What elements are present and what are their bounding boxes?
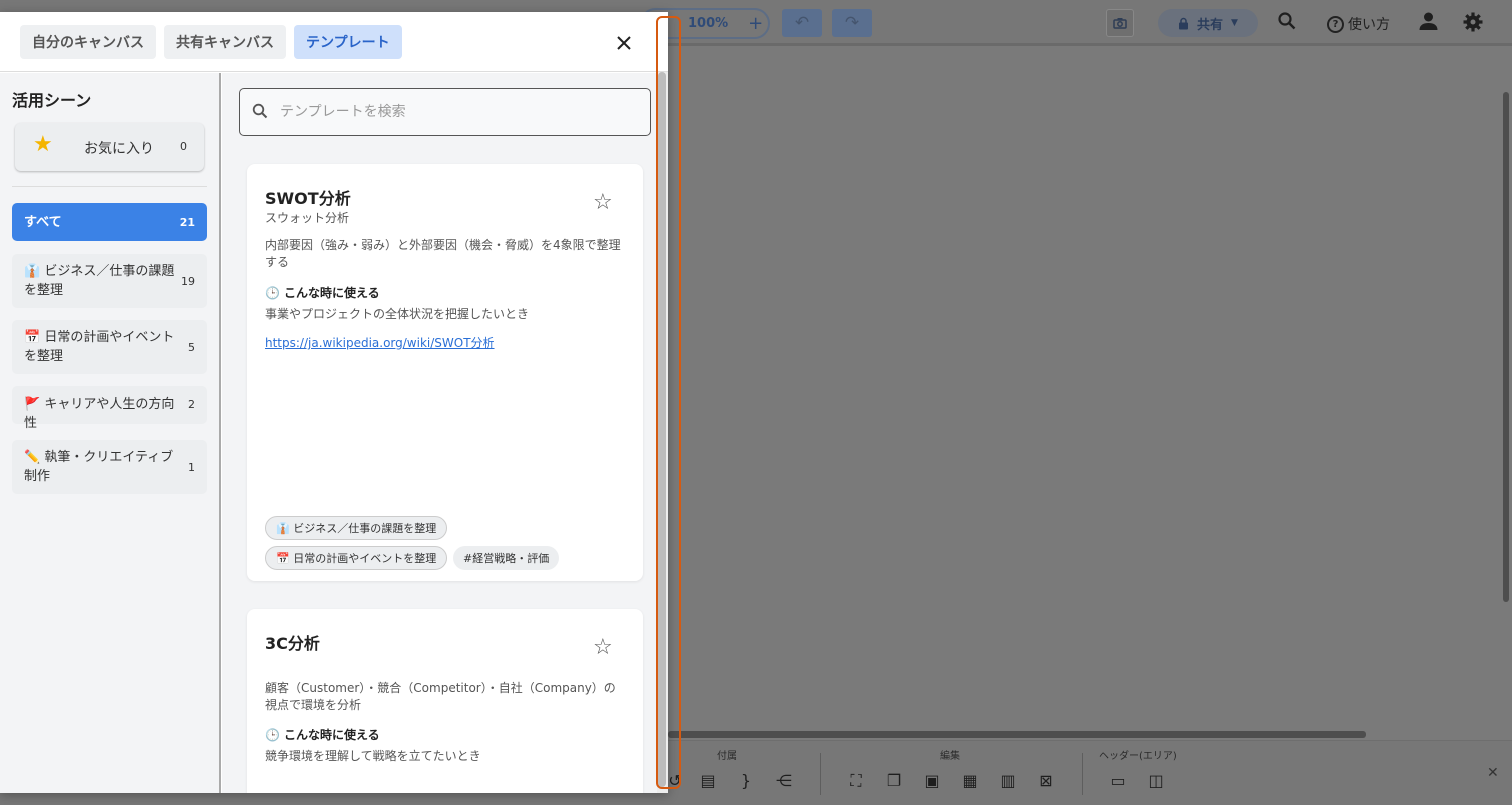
tag-strategy[interactable]: #経営戦略・評価 <box>453 546 560 570</box>
sidebar-divider <box>12 186 207 187</box>
document-icon[interactable]: ▤ <box>697 771 719 790</box>
zoom-in-icon[interactable]: + <box>748 13 763 34</box>
sidebar-area-icon[interactable]: ◫ <box>1145 771 1167 790</box>
close-icon[interactable]: ✕ <box>1487 765 1499 781</box>
use-case-label: こんな時に使える <box>283 286 380 300</box>
screenshot-button[interactable] <box>1106 9 1134 37</box>
use-case-heading: 🕒 こんな時に使える <box>265 284 380 301</box>
modal-scrollbar[interactable] <box>657 72 668 793</box>
toolbar-divider <box>820 753 821 795</box>
redo-button[interactable]: ↷ <box>832 9 872 37</box>
share-nodes-icon[interactable]: ⋲ <box>773 771 795 790</box>
help-label: 使い方 <box>1348 17 1390 33</box>
sidebar-item-label: すべて <box>24 215 62 230</box>
search-button[interactable] <box>1278 12 1296 35</box>
template-card-swot[interactable]: SWOT分析 スウォット分析 ☆ 内部要因（強み・弱み）と外部要因（機会・脅威）… <box>247 164 643 581</box>
camera-icon <box>1113 18 1127 29</box>
sidebar-item-label: 👔 ビジネス／仕事の課題を整理 <box>24 264 175 298</box>
tab-shared-canvas[interactable]: 共有キャンバス <box>164 25 286 59</box>
favorites-button[interactable]: ★ お気に入り 0 <box>15 123 204 171</box>
settings-button[interactable] <box>1463 12 1483 37</box>
sidebar-item-daily[interactable]: 📅 日常の計画やイベントを整理 5 <box>12 320 207 374</box>
sidebar-title: 活用シーン <box>12 91 92 110</box>
search-input[interactable] <box>280 99 640 125</box>
share-button[interactable]: 共有 ▼ <box>1158 9 1258 37</box>
tab-my-canvas[interactable]: 自分のキャンバス <box>20 25 156 59</box>
star-outline-icon: ☆ <box>593 635 613 660</box>
brace-icon[interactable]: } <box>735 771 757 790</box>
account-button[interactable] <box>1419 12 1438 35</box>
paste-text-icon[interactable]: ▦ <box>959 771 981 790</box>
copy-icon[interactable]: ❐ <box>883 771 905 790</box>
template-list-area: SWOT分析 スウォット分析 ☆ 内部要因（強み・弱み）と外部要因（機会・脅威）… <box>222 73 657 793</box>
star-outline-icon: ☆ <box>593 190 613 215</box>
tab-templates[interactable]: テンプレート <box>294 25 402 59</box>
sidebar-item-count: 2 <box>188 398 195 411</box>
help-button[interactable]: ? 使い方 <box>1327 14 1390 34</box>
template-title: SWOT分析 <box>265 189 351 208</box>
clock-icon: 🕒 <box>265 285 280 300</box>
search-icon <box>1278 12 1296 30</box>
undo-icon: ↶ <box>794 13 810 33</box>
section-label-edit: 編集 <box>940 751 960 762</box>
close-button[interactable] <box>617 31 631 55</box>
template-card-3c[interactable]: 3C分析 ☆ 顧客（Customer）・競合（Competitor）・自社（Co… <box>247 609 643 793</box>
star-icon: ★ <box>33 132 53 157</box>
redo-icon: ↷ <box>844 13 860 33</box>
template-subtitle: スウォット分析 <box>265 211 350 225</box>
template-modal: 自分のキャンバス 共有キャンバス テンプレート 活用シーン ★ お気に入り 0 … <box>0 12 668 793</box>
favorites-label: お気に入り <box>84 141 154 157</box>
section-label-attach: 付属 <box>717 751 737 762</box>
format-painter-icon[interactable]: ▥ <box>997 771 1019 790</box>
search-box[interactable] <box>239 88 651 136</box>
favorite-star-button[interactable]: ☆ <box>593 190 613 215</box>
scrollbar-thumb[interactable] <box>658 72 666 787</box>
sidebar-item-count: 21 <box>179 216 195 229</box>
use-case-heading: 🕒 こんな時に使える <box>265 726 380 743</box>
caret-down-icon: ▼ <box>1231 18 1238 28</box>
use-case-text: 競争環境を理解して戦略を立てたいとき <box>265 749 481 763</box>
sidebar-item-label: 📅 日常の計画やイベントを整理 <box>24 330 175 364</box>
delete-icon[interactable]: ⊠ <box>1035 771 1057 790</box>
modal-header: 自分のキャンバス 共有キャンバス テンプレート <box>0 12 668 72</box>
sidebar-item-all[interactable]: すべて 21 <box>12 203 207 241</box>
header-area-icon[interactable]: ▭ <box>1107 771 1129 790</box>
search-icon <box>252 103 268 119</box>
sidebar-item-count: 1 <box>188 461 195 474</box>
tag-daily[interactable]: 📅 日常の計画やイベントを整理 <box>265 546 448 570</box>
tag-business[interactable]: 👔 ビジネス／仕事の課題を整理 <box>265 516 448 540</box>
canvas-vertical-scrollbar[interactable] <box>1503 92 1509 602</box>
lock-icon <box>1179 17 1189 29</box>
section-label-header: ヘッダー(エリア) <box>1099 751 1177 762</box>
favorite-star-button[interactable]: ☆ <box>593 635 613 660</box>
category-sidebar: 活用シーン ★ お気に入り 0 すべて 21 👔 ビジネス／仕事の課題を整理 1… <box>0 73 221 793</box>
sidebar-item-count: 19 <box>181 275 195 288</box>
toolbar-divider <box>1082 753 1083 795</box>
clock-icon: 🕒 <box>265 727 280 742</box>
reference-link[interactable]: https://ja.wikipedia.org/wiki/SWOT分析 <box>265 334 495 351</box>
favorites-count: 0 <box>180 140 187 153</box>
template-description: 内部要因（強み・弱み）と外部要因（機会・脅威）を4象限で整理する <box>265 238 621 269</box>
paste-icon[interactable]: ▣ <box>921 771 943 790</box>
sidebar-item-label: 🚩 キャリアや人生の方向性 <box>24 397 175 431</box>
template-description: 顧客（Customer）・競合（Competitor）・自社（Company）の… <box>265 681 616 712</box>
sidebar-item-business[interactable]: 👔 ビジネス／仕事の課題を整理 19 <box>12 254 207 308</box>
sidebar-item-career[interactable]: 🚩 キャリアや人生の方向性 2 <box>12 386 207 431</box>
person-icon <box>1419 12 1438 30</box>
share-label: 共有 <box>1197 17 1224 33</box>
use-case-text: 事業やプロジェクトの全体状況を把握したいとき <box>265 307 530 321</box>
sidebar-item-count: 5 <box>188 341 195 354</box>
gear-icon <box>1463 12 1483 32</box>
use-case-label: こんな時に使える <box>283 728 380 742</box>
help-icon: ? <box>1327 15 1344 33</box>
sidebar-item-creative[interactable]: ✏️ 執筆・クリエイティブ制作 1 <box>12 440 207 494</box>
sidebar-item-label: ✏️ 執筆・クリエイティブ制作 <box>24 450 174 484</box>
select-all-icon[interactable]: ⛶ <box>845 771 867 791</box>
template-title: 3C分析 <box>265 634 320 653</box>
canvas-horizontal-scrollbar[interactable] <box>668 731 1366 738</box>
close-icon <box>617 36 631 50</box>
undo-button[interactable]: ↶ <box>782 9 822 37</box>
zoom-level: 100% <box>688 16 729 31</box>
